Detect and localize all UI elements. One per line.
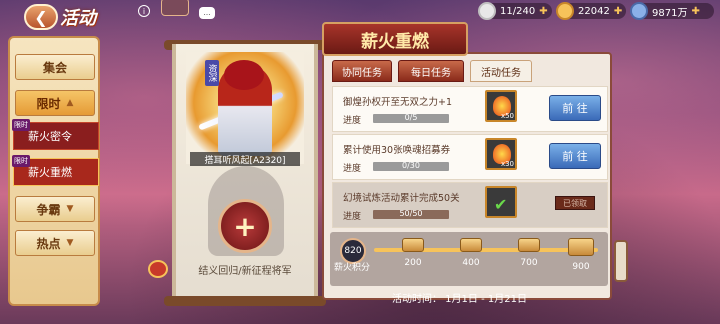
fire-points-label: 薪火积分: [334, 263, 371, 273]
tab-cooperative[interactable]: 协同任务: [332, 60, 392, 82]
avatar[interactable]: [161, 0, 189, 16]
gold-resource[interactable]: 22042 ✚: [556, 2, 626, 20]
task-row-completed: 幻境试炼活动累计完成50关 进度 50/50 ✔ 已领取: [332, 182, 608, 228]
milestone-chest[interactable]: 900: [566, 238, 596, 272]
plus-icon: +: [233, 209, 257, 243]
task-progress-bar: 0/5: [373, 113, 449, 123]
sub-item-label: 薪火重燃: [28, 166, 72, 179]
gold-icon: [556, 2, 574, 20]
chevron-up-icon: ▲: [66, 98, 74, 108]
sidebar-item-label: 限时: [36, 96, 61, 111]
milestone-value: 700: [520, 258, 538, 268]
progress-label: 进度: [343, 212, 362, 222]
sidebar-item-limited[interactable]: 限时 ▲: [15, 90, 95, 116]
chat-icon[interactable]: …: [199, 7, 215, 19]
reward-item[interactable]: x50: [485, 90, 517, 122]
sidebar-item-contest[interactable]: 争霸 ▼: [15, 196, 95, 222]
silver-icon: [630, 2, 648, 20]
chevron-down-icon: ▼: [66, 238, 74, 248]
add-gold-icon[interactable]: ✚: [614, 6, 622, 17]
task-title: 累计使用30张唤魂招募券: [343, 145, 451, 156]
go-button[interactable]: 前 往: [549, 143, 601, 169]
limited-tag: 限时: [12, 155, 30, 167]
reward-count: x50: [500, 112, 514, 120]
task-row: 御煌孙权开至无双之力+1 进度 0/5 x50 前 往: [332, 86, 608, 132]
reward-count: x30: [500, 160, 514, 168]
sub-item-fire-rekindle[interactable]: 限时 薪火重燃: [12, 155, 99, 186]
sidebar-item-label: 争霸: [36, 202, 61, 217]
top-bar: ❮ 活动 i … 11/240 ✚ 22042 ✚ 9871万 ✚: [0, 0, 720, 30]
milestone-value: 200: [404, 258, 422, 268]
scroll-bottom-rod: [164, 296, 326, 306]
veteran-badge: 资深: [205, 60, 219, 86]
task-progress-text: 50/50: [399, 209, 423, 218]
hero-name: 搭耳听风起[A2320]: [190, 152, 300, 166]
chest-icon: [568, 238, 594, 256]
add-silver-icon[interactable]: ✚: [691, 6, 699, 17]
limited-tag: 限时: [12, 119, 30, 131]
gold-value: 22042: [578, 5, 610, 17]
tab-event[interactable]: 活动任务: [470, 60, 532, 82]
task-title: 御煌孙权开至无双之力+1: [343, 97, 453, 108]
lantern-icon: [148, 260, 168, 278]
sidebar-item-hot[interactable]: 热点 ▼: [15, 230, 95, 256]
task-progress-text: 0/5: [404, 113, 418, 122]
go-button[interactable]: 前 往: [549, 95, 601, 121]
add-general-button[interactable]: +: [218, 199, 272, 253]
tab-label: 协同任务: [342, 67, 382, 79]
milestone-value: 400: [462, 258, 480, 268]
task-progress-text: 0/30: [402, 161, 420, 170]
sidebar: 集会 限时 ▲ 限时 薪火密令 限时 薪火重燃 争霸 ▼ 热点 ▼: [8, 36, 100, 306]
stamina-resource[interactable]: 11/240 ✚: [478, 2, 552, 20]
milestone-value: 900: [572, 262, 590, 272]
reward-item: ✔: [485, 186, 517, 218]
sub-item-fire-order[interactable]: 限时 薪火密令: [12, 119, 99, 150]
chest-icon: [460, 238, 482, 252]
info-icon[interactable]: i: [138, 5, 150, 17]
recall-text: 结义回归/新征程将军: [198, 266, 292, 277]
panel-title: 薪火重燃: [322, 22, 468, 56]
milestone-chest[interactable]: 200: [398, 238, 428, 268]
milestone-chest[interactable]: 400: [456, 238, 486, 268]
back-arrow-icon: ❮: [34, 7, 48, 27]
silver-value: 9871万: [652, 7, 688, 19]
task-progress-bar: 0/30: [373, 161, 449, 171]
tab-daily[interactable]: 每日任务: [398, 60, 464, 82]
sidebar-item-label: 热点: [36, 236, 61, 251]
tab-label: 每日任务: [411, 67, 451, 79]
stamina-value: 11/240: [500, 5, 536, 17]
sidebar-item-label: 集会: [42, 60, 67, 75]
activity-time: 活动时间： 1月1日 - 1月21日: [392, 294, 527, 305]
add-stamina-icon[interactable]: ✚: [539, 6, 547, 17]
task-progress-bar: 50/50: [373, 209, 449, 219]
stamina-icon: [478, 2, 496, 20]
chest-icon: [402, 238, 424, 252]
sidebar-item-gathering[interactable]: 集会: [15, 54, 95, 80]
silver-resource[interactable]: 9871万 ✚: [630, 2, 714, 20]
claimed-badge: 已领取: [555, 196, 595, 210]
chevron-down-icon: ▼: [66, 204, 74, 214]
hero-hair: [224, 60, 264, 90]
chest-icon: [518, 238, 540, 252]
tab-label: 活动任务: [481, 67, 521, 79]
reward-item[interactable]: x30: [485, 138, 517, 170]
check-icon: ✔: [494, 195, 508, 214]
back-button[interactable]: ❮: [24, 4, 58, 30]
sub-item-label: 薪火密令: [28, 130, 72, 143]
task-title: 幻境试炼活动累计完成50关: [343, 193, 460, 204]
progress-label: 进度: [343, 116, 362, 126]
task-row: 累计使用30张唤魂招募券 进度 0/30 x30 前 往: [332, 134, 608, 180]
page-title: 活动: [60, 8, 96, 29]
decorative-scroll: [614, 240, 628, 282]
milestone-chest[interactable]: 700: [514, 238, 544, 268]
progress-label: 进度: [343, 164, 362, 174]
